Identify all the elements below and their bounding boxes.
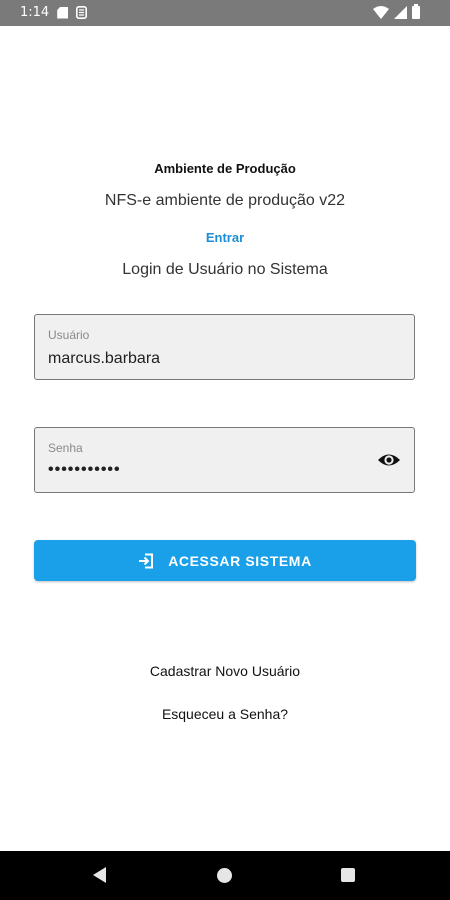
username-value[interactable]: marcus.barbara (48, 350, 160, 368)
enter-link[interactable]: Entrar (0, 230, 450, 245)
username-field[interactable]: Usuário marcus.barbara (34, 314, 415, 380)
home-icon[interactable] (217, 868, 232, 883)
access-system-label: ACESSAR SISTEMA (168, 552, 312, 569)
sim-icon (76, 6, 88, 19)
register-link[interactable]: Cadastrar Novo Usuário (0, 663, 450, 679)
eye-icon[interactable] (377, 450, 401, 470)
login-icon (139, 553, 154, 568)
access-system-button[interactable]: ACESSAR SISTEMA (34, 540, 416, 581)
signal-icon (394, 6, 407, 19)
login-screen: 1:14 Ambiente de Produção NFS-e ambiente… (0, 0, 450, 900)
password-field[interactable]: Senha ••••••••••• (34, 427, 415, 493)
status-right (373, 4, 420, 19)
sd-card-icon (57, 6, 69, 19)
status-time: 1:14 (20, 5, 50, 20)
navigation-bar (0, 851, 450, 900)
battery-icon (412, 4, 420, 19)
password-value[interactable]: ••••••••••• (48, 461, 121, 479)
login-heading: Login de Usuário no Sistema (122, 261, 328, 278)
status-bar: 1:14 (0, 0, 450, 26)
environment-title: Ambiente de Produção (154, 161, 296, 176)
recents-icon[interactable] (341, 868, 355, 882)
wifi-icon (373, 6, 389, 19)
forgot-password-link[interactable]: Esqueceu a Senha? (0, 706, 450, 722)
back-icon[interactable] (93, 867, 106, 883)
status-left: 1:14 (20, 5, 88, 20)
username-label: Usuário (48, 328, 90, 342)
password-label: Senha (48, 441, 83, 455)
environment-subtitle: NFS-e ambiente de produção v22 (104, 192, 346, 209)
